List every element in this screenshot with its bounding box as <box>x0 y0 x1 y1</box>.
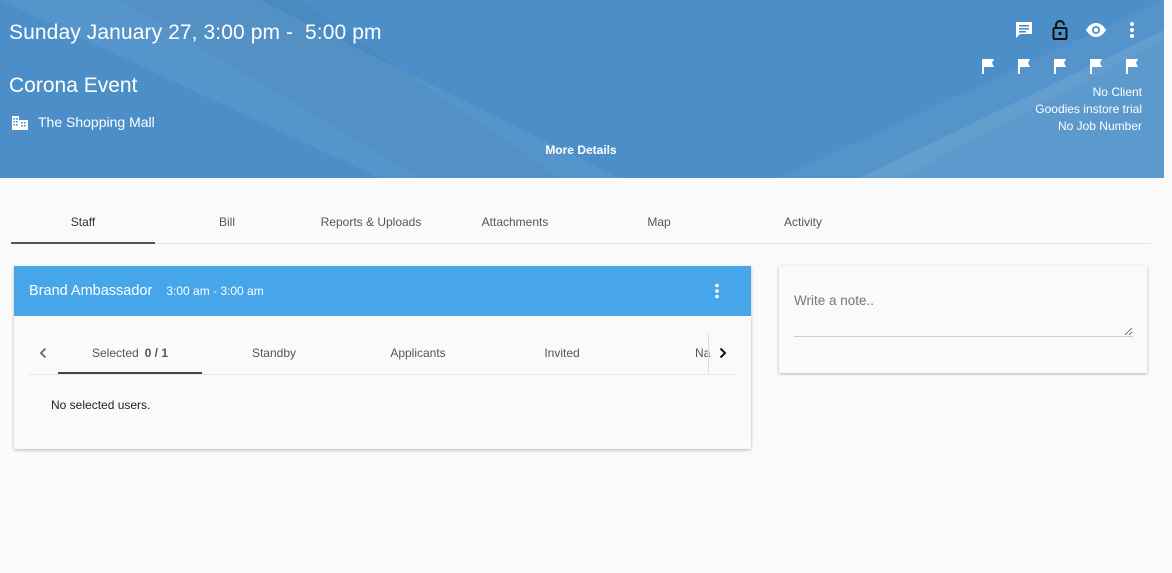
eye-icon[interactable] <box>1084 19 1108 41</box>
building-icon <box>12 116 28 130</box>
selected-count: 0 / 1 <box>144 346 169 360</box>
main-tabs: Staff Bill Reports & Uploads Attachments… <box>11 205 1151 244</box>
more-details-link[interactable]: More Details <box>0 143 1162 157</box>
tab-activity[interactable]: Activity <box>731 205 875 243</box>
tab-bill[interactable]: Bill <box>155 205 299 243</box>
event-datetime: Sunday January 27, 3:00 pm - 5:00 pm <box>9 21 382 44</box>
job-number-label: No Job Number <box>1057 119 1142 133</box>
staff-subtabs: Selected 0 / 1 Standby Applicants Invited… <box>29 333 736 375</box>
venue[interactable]: The Shopping Mall <box>11 113 155 130</box>
subtab-invited[interactable]: Invited <box>490 346 634 360</box>
shift-card-header: Brand Ambassador 3:00 am - 3:00 am <box>14 266 751 316</box>
tab-reports-uploads[interactable]: Reports & Uploads <box>299 205 443 243</box>
flag-icon[interactable] <box>976 57 1000 75</box>
flag-icon[interactable] <box>1084 57 1108 75</box>
subtab-selected[interactable]: Selected 0 / 1 <box>58 346 202 374</box>
event-meta: No Client Goodies instore trial No Job N… <box>1035 84 1142 135</box>
more-vert-icon[interactable] <box>1120 19 1144 41</box>
venue-name: The Shopping Mall <box>38 113 155 130</box>
shift-card: Brand Ambassador 3:00 am - 3:00 am Selec… <box>14 266 751 449</box>
lock-open-icon[interactable] <box>1048 19 1072 41</box>
status-flags <box>964 57 1144 75</box>
campaign-label: Goodies instore trial <box>1035 102 1142 116</box>
event-title: Corona Event <box>9 74 138 97</box>
chevron-right-icon[interactable] <box>708 333 736 373</box>
tab-attachments[interactable]: Attachments <box>443 205 587 243</box>
shift-role: Brand Ambassador <box>29 283 153 299</box>
tab-staff[interactable]: Staff <box>11 205 155 244</box>
more-vert-icon[interactable] <box>707 281 727 301</box>
empty-state-message: No selected users. <box>51 398 151 412</box>
subtab-standby[interactable]: Standby <box>202 346 346 360</box>
tab-map[interactable]: Map <box>587 205 731 243</box>
header-actions <box>1000 19 1144 41</box>
chevron-left-icon[interactable] <box>29 333 57 373</box>
note-card <box>779 266 1147 373</box>
note-input[interactable] <box>794 293 1133 337</box>
flag-icon[interactable] <box>1120 57 1144 75</box>
message-icon[interactable] <box>1012 19 1036 41</box>
shift-time: 3:00 am - 3:00 am <box>166 284 264 298</box>
flag-icon[interactable] <box>1012 57 1036 75</box>
subtab-applicants[interactable]: Applicants <box>346 346 490 360</box>
client-label: No Client <box>1092 85 1142 99</box>
flag-icon[interactable] <box>1048 57 1072 75</box>
subtab-selected-label: Selected <box>91 346 139 360</box>
event-header: Sunday January 27, 3:00 pm - 5:00 pm Cor… <box>0 0 1164 178</box>
